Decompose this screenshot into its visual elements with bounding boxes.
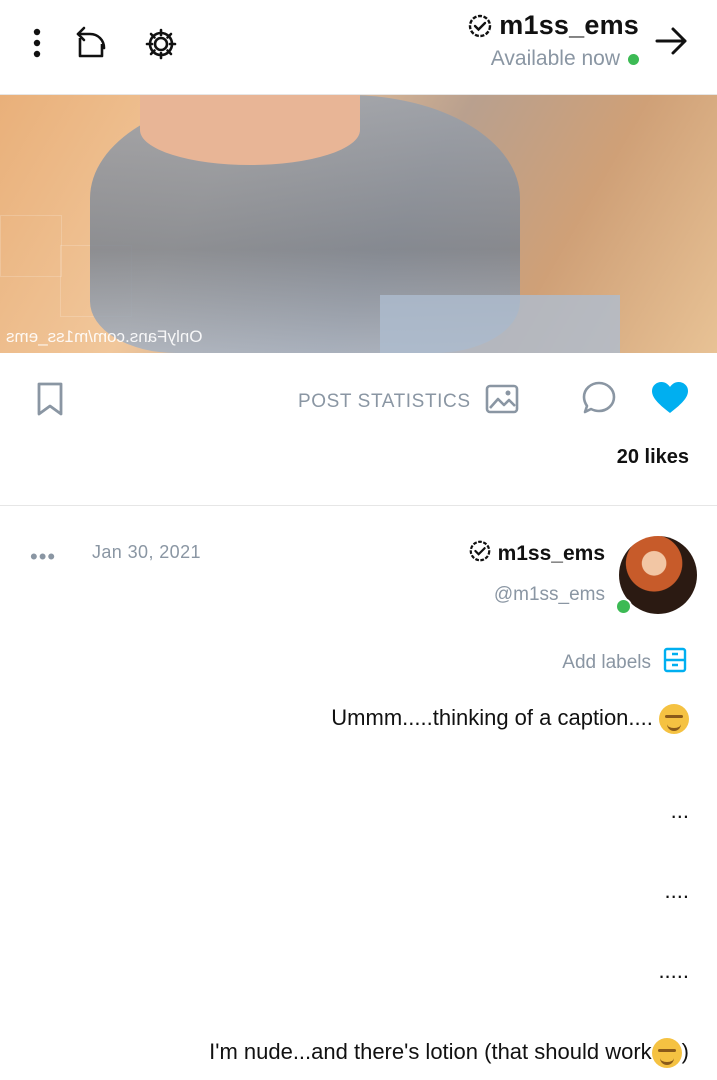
post-author[interactable]: m1ss_ems bbox=[468, 539, 605, 569]
verified-icon bbox=[467, 13, 493, 39]
post-date: Jan 30, 2021 bbox=[92, 542, 201, 562]
online-dot bbox=[615, 598, 632, 615]
page-title[interactable]: m1ss_ems bbox=[499, 10, 639, 41]
labels-icon bbox=[663, 647, 687, 679]
bookmark-icon[interactable] bbox=[36, 381, 64, 422]
chat-title-block: m1ss_ems Available now bbox=[467, 10, 639, 71]
add-labels-label: Add labels bbox=[562, 652, 651, 673]
image-icon bbox=[485, 384, 519, 420]
caption-text: ) bbox=[681, 1038, 689, 1064]
caption-text: Ummm.....thinking of a caption.... bbox=[331, 704, 653, 730]
availability-status: Available now bbox=[490, 47, 620, 70]
likes-count[interactable]: 20 likes bbox=[617, 446, 689, 469]
heart-icon[interactable] bbox=[651, 381, 689, 420]
photo-watermark: OnlyFans.com/m1ss_ems bbox=[6, 327, 203, 346]
floor-tile bbox=[0, 215, 62, 277]
share-icon[interactable] bbox=[74, 24, 110, 62]
add-labels-button[interactable]: Add labels bbox=[562, 647, 687, 679]
caption-line: ..... bbox=[658, 958, 689, 983]
photo-skin-shape bbox=[140, 95, 360, 165]
settings-icon[interactable] bbox=[143, 26, 179, 62]
caption-line: ... bbox=[670, 798, 689, 823]
post-card: m1ss_ems @m1ss_ems Jan 30, 2021 ••• Add … bbox=[0, 506, 717, 1080]
post-actions: POST STATISTICS bbox=[0, 365, 717, 435]
top-bar: m1ss_ems Available now bbox=[0, 0, 717, 95]
post-statistics-button[interactable]: POST STATISTICS bbox=[298, 384, 519, 420]
author-name: m1ss_ems bbox=[497, 542, 605, 565]
online-dot bbox=[628, 53, 639, 65]
more-vertical-icon[interactable] bbox=[32, 28, 42, 58]
thinking-emoji-icon bbox=[659, 704, 689, 734]
comment-icon[interactable] bbox=[581, 380, 617, 421]
caption-line: .... bbox=[664, 878, 689, 903]
caption-line: I'm nude...and there's lotion (that shou… bbox=[209, 1038, 689, 1068]
back-arrow-icon[interactable] bbox=[655, 26, 689, 56]
author-handle[interactable]: @m1ss_ems bbox=[494, 584, 605, 606]
yum-emoji-icon bbox=[651, 1038, 682, 1068]
post-more-button[interactable]: ••• bbox=[30, 544, 56, 570]
verified-icon bbox=[468, 539, 492, 569]
photo-denim-shape bbox=[380, 295, 620, 353]
post-statistics-label: POST STATISTICS bbox=[298, 391, 471, 412]
post-photo[interactable]: OnlyFans.com/m1ss_ems bbox=[0, 95, 717, 353]
caption-text: I'm nude...and there's lotion (that shou… bbox=[209, 1038, 652, 1064]
caption-line: Ummm.....thinking of a caption.... bbox=[331, 704, 689, 734]
